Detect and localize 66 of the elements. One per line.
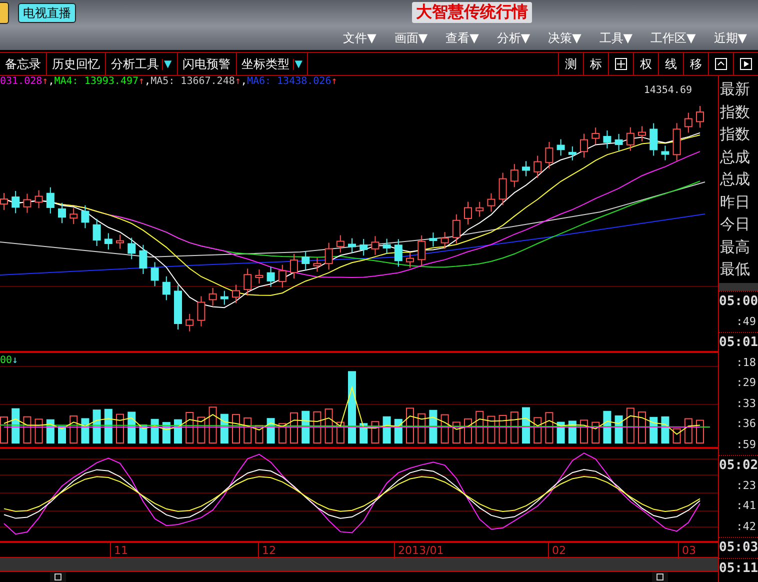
toolbar-button[interactable] (0, 2, 9, 24)
info-label: 总成 (719, 146, 751, 168)
trade-time: 05:03 (719, 537, 758, 558)
trade-time: :18 (735, 354, 757, 370)
info-label: 最新 (719, 79, 751, 100)
info-label: 指数 (719, 124, 751, 145)
menu-item[interactable]: 分析▼ (488, 30, 540, 46)
panel-header (719, 283, 758, 291)
menu-item[interactable]: 近期▼ (704, 30, 756, 46)
scroll-handle-icon[interactable] (50, 572, 66, 582)
info-label: 总成 (719, 169, 751, 190)
axis-label: 03 (682, 543, 696, 559)
toolbar-tool[interactable]: 测 (558, 53, 583, 75)
up-arrow-icon: ↑ (138, 76, 145, 87)
ma-value: 031.028 (0, 76, 42, 87)
axis-label: 11 (114, 543, 128, 559)
separator: , (48, 76, 54, 87)
ma-value: MA5: 13667.248 (150, 76, 235, 87)
menu-item[interactable]: 工具▼ (590, 30, 642, 46)
info-label: 最低 (719, 259, 751, 280)
menu-item[interactable]: 决策▼ (539, 30, 590, 46)
info-label: 昨日 (719, 192, 751, 212)
toolbar-tool[interactable]: 标 (583, 53, 608, 75)
toolbar-tool[interactable]: 权 (633, 53, 658, 75)
toolbar-tool[interactable]: 移 (683, 53, 708, 75)
scroll-handle-icon[interactable] (652, 572, 668, 582)
info-label: 今日 (719, 214, 751, 235)
volume-label: 00↓ (0, 355, 18, 366)
trade-time: :36 (735, 416, 757, 432)
toolbar-tool[interactable]: 线 (658, 53, 683, 75)
trade-time: :41 (735, 498, 757, 514)
separator: , (240, 76, 247, 87)
axis-label: 12 (262, 543, 276, 559)
menu-item[interactable]: 文件▼ (334, 30, 386, 46)
toolbar-item[interactable]: 分析工具 ▼ (106, 53, 178, 75)
trade-time: :33 (735, 396, 757, 412)
live-tv-button[interactable]: 电视直播 (18, 3, 76, 23)
trade-time: 05:02 (719, 455, 758, 476)
window-title: 大智慧传统行情 (412, 2, 532, 23)
up-arrow-icon: ↑ (42, 76, 48, 87)
scrollbar[interactable] (0, 558, 718, 572)
menu-item[interactable]: 工作区▼ (642, 30, 705, 46)
trade-time: 05:01 (719, 332, 758, 352)
trade-time: :59 (735, 436, 757, 452)
separator: , (144, 76, 151, 87)
menu-item[interactable]: 查看▼ (436, 30, 488, 46)
toolbar-item[interactable]: 闪电预警 (178, 53, 237, 75)
trade-time: :49 (735, 314, 757, 330)
trade-time: 05:11 (719, 558, 758, 578)
axis-label: 02 (552, 543, 566, 559)
ma-value: MA6: 13438.026 (246, 76, 332, 87)
trade-time: :42 (735, 518, 757, 534)
trade-time: :29 (735, 375, 757, 391)
ma-value: MA4: 13993.497 (54, 76, 139, 87)
menu-item[interactable]: 画面▼ (385, 30, 437, 46)
info-label: 最高 (719, 236, 751, 258)
up-arrow-icon: ↑ (331, 76, 338, 87)
price-label: 14354.69 (644, 85, 692, 96)
toolbar-item[interactable]: 备忘录 (0, 53, 47, 75)
axis-label: 2013/01 (398, 543, 444, 559)
trade-time: 05:00 (719, 291, 758, 312)
trade-time: :23 (735, 478, 757, 494)
info-label: 指数 (719, 102, 751, 122)
up-arrow-icon: ↑ (234, 76, 241, 87)
toolbar-item[interactable]: 坐标类型 ▼ (236, 53, 308, 75)
toolbar-item[interactable]: 历史回忆 (47, 53, 106, 75)
